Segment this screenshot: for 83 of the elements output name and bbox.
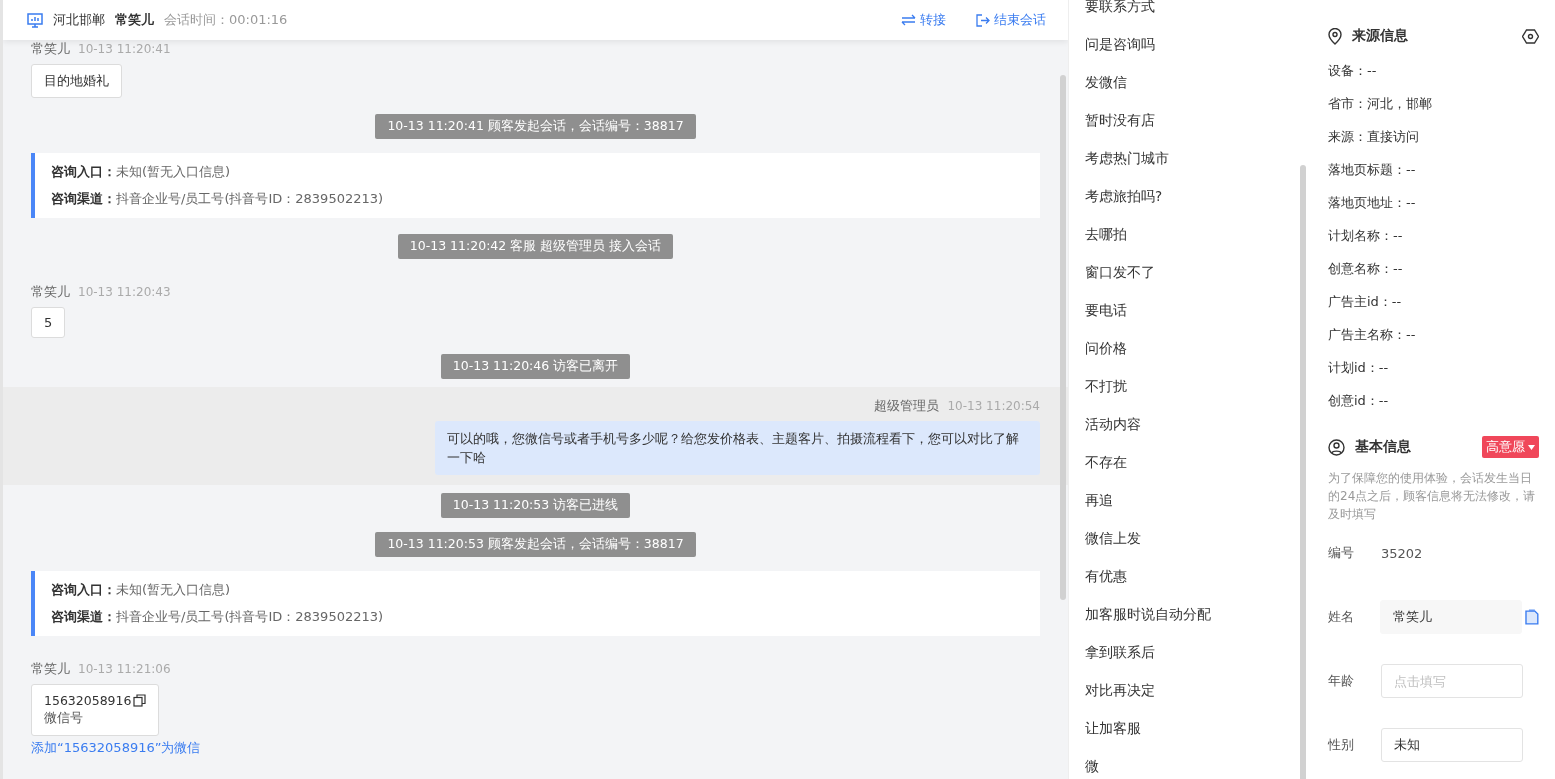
section-title: 来源信息 (1352, 27, 1408, 45)
source-info-line: 广告主名称：-- (1328, 325, 1417, 344)
system-notice: 10-13 11:20:53 顾客发起会话，会话编号：38817 (375, 532, 696, 557)
quick-reply-item[interactable]: 考虑热门城市 (1085, 140, 1308, 178)
copy-icon (133, 694, 147, 707)
input-field[interactable]: 未知 (1381, 728, 1523, 762)
source-info-line: 创意id：-- (1328, 391, 1390, 410)
monitor-icon (27, 12, 43, 28)
quick-reply-item[interactable]: 让加客服 (1085, 710, 1308, 748)
info-line: 咨询入口：未知(暂无入口信息) (51, 581, 232, 599)
sender-name: 常笑儿 (31, 660, 70, 678)
user-circle-icon (1328, 438, 1345, 456)
message-bubble: 可以的哦，您微信号或者手机号多少呢？给您发价格表、主题客片、拍摄流程看下，您可以对比了解一下哈 (435, 421, 1040, 475)
quick-reply-item[interactable]: 考虑旅拍吗? (1085, 178, 1308, 216)
source-info-line: 落地页地址：-- (1328, 193, 1417, 212)
quick-reply-item[interactable]: 再追 (1085, 482, 1308, 520)
message-time: 10-13 11:21:06 (78, 662, 171, 676)
source-info-line: 计划名称：-- (1328, 226, 1404, 245)
sender-name: 常笑儿 (31, 40, 70, 58)
quick-reply-item[interactable]: 窗口发不了 (1085, 254, 1308, 292)
field-value: 35202 (1381, 545, 1423, 561)
info-line: 咨询入口：未知(暂无入口信息) (51, 163, 232, 181)
info-line: 咨询渠道：抖音企业号/员工号(抖音号ID：2839502213) (51, 608, 385, 626)
session-timer: 会话时间：00:01:16 (164, 11, 288, 29)
swap-arrows-icon (901, 14, 916, 26)
quick-reply-item[interactable]: 加客服时说自动分配 (1085, 596, 1308, 634)
sender-name: 常笑儿 (31, 283, 70, 301)
field-label: 性别 (1328, 736, 1355, 754)
system-notice: 10-13 11:20:46 访客已离开 (440, 354, 631, 379)
quick-reply-item[interactable]: 不存在 (1085, 444, 1308, 482)
quick-reply-item[interactable]: 对比再决定 (1085, 672, 1308, 710)
field-label: 年龄 (1328, 672, 1355, 690)
contact-caption: 微信号 (44, 710, 84, 727)
end-session-link[interactable]: 结束会话 (976, 11, 1046, 29)
source-info-line: 计划id：-- (1328, 358, 1390, 377)
name-field[interactable]: 常笑儿 (1380, 600, 1523, 634)
message-time: 10-13 11:20:43 (78, 285, 171, 299)
message-bubble: 5 (31, 307, 66, 338)
quick-reply-item[interactable]: 要联系方式 (1085, 0, 1308, 26)
sender-name: 超级管理员 (874, 397, 940, 415)
quick-reply-item[interactable]: 要电话 (1085, 292, 1308, 330)
add-wechat-link[interactable]: 添加“15632058916”为微信 (31, 739, 1040, 757)
quick-reply-item[interactable]: 暂时没有店 (1085, 102, 1308, 140)
source-info-line: 广告主id：-- (1328, 292, 1403, 311)
field-label: 姓名 (1328, 608, 1355, 626)
quick-reply-item[interactable]: 去哪拍 (1085, 216, 1308, 254)
section-title: 基本信息 (1355, 438, 1411, 456)
source-info-line: 省市：河北，邯郸 (1328, 94, 1433, 113)
contact-number: 15632058916 (44, 693, 132, 708)
location-pin-icon (1328, 27, 1342, 45)
quick-reply-item[interactable]: 发微信 (1085, 64, 1308, 102)
quick-reply-item[interactable]: 不打扰 (1085, 368, 1308, 406)
source-info-line: 设备：-- (1328, 61, 1378, 80)
caret-icon (1528, 444, 1535, 450)
source-info-line: 落地页标题：-- (1328, 160, 1417, 179)
quick-reply-item[interactable]: 问是咨询吗 (1085, 26, 1308, 64)
source-info-line: 来源：直接访问 (1328, 127, 1420, 146)
quick-reply-item[interactable]: 微 (1085, 748, 1308, 779)
info-line: 咨询渠道：抖音企业号/员工号(抖音号ID：2839502213) (51, 190, 385, 208)
quick-reply-item[interactable]: 拿到联系后 (1085, 634, 1308, 672)
copy-icon (1525, 609, 1539, 625)
settings-icon (1522, 28, 1539, 44)
source-info-line: 创意名称：-- (1328, 259, 1404, 278)
notice-text: 为了保障您的使用体验，会话发生当日的24点之后，顾客信息将无法修改，请及时填写 (1328, 470, 1537, 523)
message-time: 10-13 11:20:54 (947, 399, 1040, 413)
system-notice: 10-13 11:20:53 访客已进线 (440, 493, 631, 518)
quick-reply-item[interactable]: 问价格 (1085, 330, 1308, 368)
input-field[interactable]: 点击填写 (1381, 664, 1523, 698)
scrollbar[interactable] (1300, 165, 1306, 779)
visitor-name: 常笑儿 (115, 11, 154, 29)
transfer-link[interactable]: 转接 (901, 11, 946, 29)
system-notice: 10-13 11:20:42 客服 超级管理员 接入会话 (397, 234, 674, 259)
scrollbar[interactable] (1060, 75, 1066, 600)
intent-dropdown[interactable]: 高意愿 (1482, 436, 1539, 458)
quick-reply-item[interactable]: 活动内容 (1085, 406, 1308, 444)
quick-reply-item[interactable]: 微信上发 (1085, 520, 1308, 558)
location: 河北邯郸 (53, 11, 105, 29)
quick-reply-item[interactable]: 有优惠 (1085, 558, 1308, 596)
exit-icon (976, 13, 990, 27)
message-bubble: 目的地婚礼 (31, 64, 122, 98)
message-time: 10-13 11:20:41 (78, 42, 171, 56)
system-notice: 10-13 11:20:41 顾客发起会话，会话编号：38817 (375, 114, 696, 139)
field-label: 编号 (1328, 544, 1355, 562)
